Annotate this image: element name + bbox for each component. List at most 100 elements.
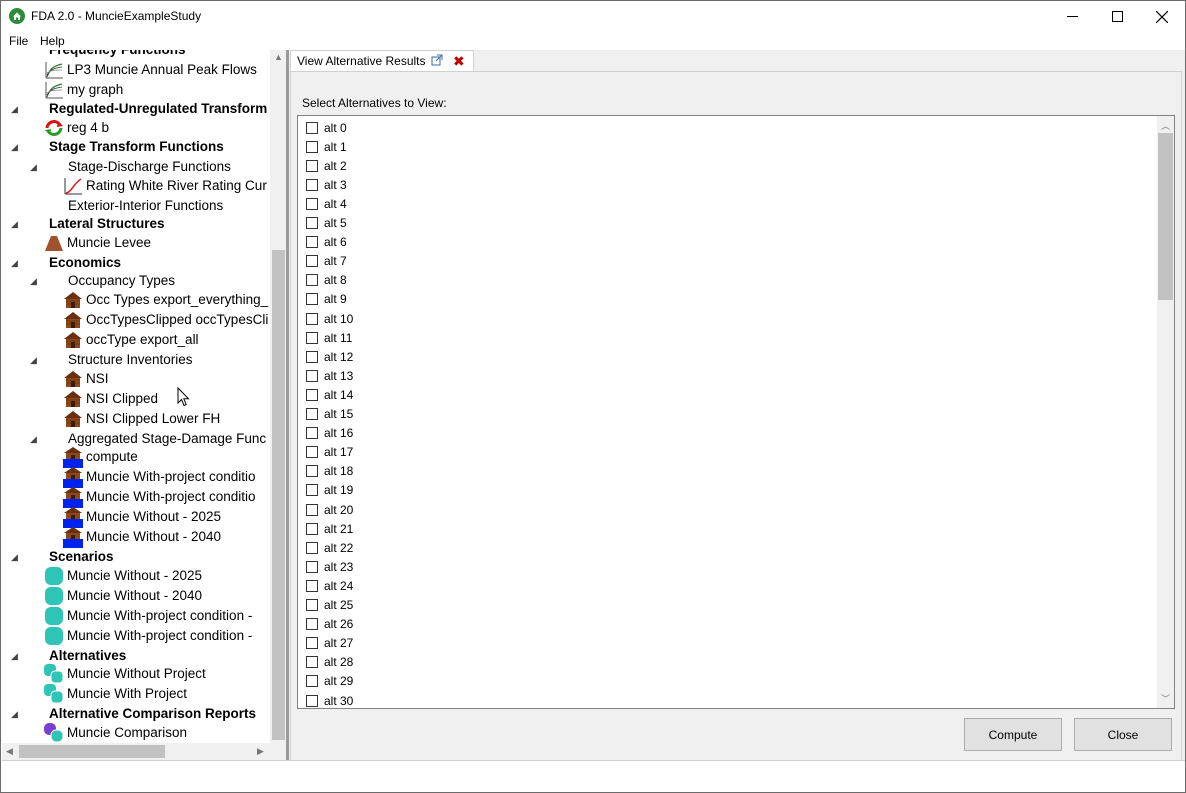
tree-vertical-scroll-thumb[interactable] [272,250,285,740]
alternative-checkbox[interactable] [306,293,318,306]
alternative-checkbox[interactable] [306,159,318,172]
menu-help[interactable]: Help [40,34,65,48]
alternatives-scroll-thumb[interactable] [1158,133,1173,300]
maximize-button[interactable] [1094,1,1140,32]
alternative-checkbox[interactable] [306,446,318,459]
alternative-checkbox[interactable] [306,599,318,611]
tree-item[interactable]: Muncie With-project condition - [44,606,252,626]
alternative-list-item[interactable]: alt 15 [306,405,353,424]
alternative-checkbox[interactable] [306,388,318,401]
alternative-list-item[interactable]: alt 30 [306,691,353,708]
tree-item[interactable]: OccTypesClipped occTypesCli [63,310,268,330]
alternative-list-item[interactable]: alt 22 [306,538,353,557]
tree-item[interactable]: Muncie Without Project [44,664,206,684]
tree-item[interactable]: my graph [44,80,123,100]
alternative-list-item[interactable]: alt 11 [306,328,352,347]
alternative-checkbox[interactable] [306,694,318,707]
tree-item[interactable]: Stage Transform Functions [49,137,224,157]
alternative-list-item[interactable]: alt 12 [306,347,353,366]
tree-item[interactable]: LP3 Muncie Annual Peak Flows [44,60,257,80]
alternative-list-item[interactable]: alt 4 [306,194,347,213]
study-tree[interactable]: Frequency Functions LP3 Muncie Annual Pea… [2,50,270,743]
expand-arrow-icon[interactable]: ◢ [11,105,19,114]
expand-arrow-icon[interactable]: ◢ [11,143,19,152]
alternatives-vertical-scrollbar[interactable]: ︿ ﹀ [1157,116,1174,708]
tree-item[interactable]: occType export_all [63,330,199,350]
tree-item[interactable]: Muncie Without - 2025 [63,507,221,528]
alternative-list-item[interactable]: alt 19 [306,481,353,500]
tree-item[interactable]: NSI Clipped Lower FH [63,409,220,429]
alternative-list-item[interactable]: alt 18 [306,462,353,481]
close-button[interactable]: Close [1074,718,1172,751]
tree-item[interactable]: Exterior-Interior Functions [68,196,223,216]
scroll-up-arrow-icon[interactable]: ︿ [1161,119,1170,132]
alternative-checkbox[interactable] [306,255,318,268]
tab-view-alternative-results[interactable]: View Alternative Results ✖ [290,50,474,72]
alternative-list-item[interactable]: alt 29 [306,672,353,691]
tree-item[interactable]: Economics [49,253,121,273]
tree-item[interactable]: compute [63,447,138,468]
alternative-checkbox[interactable] [306,522,318,535]
alternative-checkbox[interactable] [306,503,318,516]
alternative-list-item[interactable]: alt 24 [306,576,353,595]
alternative-list-item[interactable]: alt 27 [306,634,353,653]
tree-item[interactable]: Muncie Comparison [44,723,187,743]
tree-item[interactable]: Structure Inventories [68,350,193,370]
expand-arrow-icon[interactable]: ◢ [30,435,38,444]
minimize-button[interactable] [1049,1,1095,32]
expand-arrow-icon[interactable]: ◢ [11,553,19,562]
alternative-checkbox[interactable] [306,121,318,134]
alternative-checkbox[interactable] [306,560,318,573]
alternative-checkbox[interactable] [306,312,318,325]
tree-item[interactable]: Muncie Levee [44,233,151,253]
alternative-checkbox[interactable] [306,675,318,688]
alternative-checkbox[interactable] [306,331,318,344]
alternative-checkbox[interactable] [306,484,318,497]
alternatives-listbox[interactable]: alt 0 alt 1 alt 2 alt 3 alt 4 alt 5 alt 6 alt 7… [297,115,1175,709]
alternative-list-item[interactable]: alt 17 [306,443,353,462]
tree-horizontal-scroll-thumb[interactable] [19,745,165,758]
tree-vertical-scrollbar[interactable]: ▲ [270,50,287,743]
tree-item[interactable]: Muncie With-project conditio [63,467,256,488]
alternative-list-item[interactable]: alt 23 [306,557,353,576]
alternative-list-item[interactable]: alt 10 [306,309,353,328]
tree-item[interactable]: Muncie With-project condition - [44,626,252,646]
alternative-checkbox[interactable] [306,637,318,650]
expand-arrow-icon[interactable]: ◢ [11,710,19,719]
title-bar[interactable]: FDA 2.0 - MuncieExampleStudy [1,1,1185,32]
alternative-checkbox[interactable] [306,140,318,153]
alternative-list-item[interactable]: alt 0 [306,118,347,137]
alternative-checkbox[interactable] [306,408,318,420]
tree-item[interactable]: Scenarios [49,547,114,567]
alternative-list-item[interactable]: alt 13 [306,366,353,385]
alternative-checkbox[interactable] [306,656,318,669]
alternative-checkbox[interactable] [306,274,318,287]
alternative-checkbox[interactable] [306,369,318,382]
alternative-list-item[interactable]: alt 2 [306,156,347,175]
tree-item[interactable]: NSI [63,369,109,389]
popout-icon[interactable] [431,54,443,66]
scroll-down-arrow-icon[interactable]: ﹀ [1161,692,1170,705]
alternative-checkbox[interactable] [306,579,318,592]
alternative-checkbox[interactable] [306,236,318,249]
tree-item[interactable]: Regulated-Unregulated Transform [49,99,267,119]
tree-item[interactable]: Frequency Functions [49,50,186,60]
tree-item[interactable]: Lateral Structures [49,214,165,234]
expand-arrow-icon[interactable]: ◢ [11,652,19,661]
expand-arrow-icon[interactable]: ◢ [30,163,38,172]
tree-horizontal-scrollbar[interactable]: ◀ ▶ [2,743,270,760]
alternative-list-item[interactable]: alt 14 [306,385,353,404]
menu-file[interactable]: File [9,34,28,48]
alternative-checkbox[interactable] [306,178,318,191]
scroll-left-arrow-icon[interactable]: ◀ [6,746,13,757]
tree-item[interactable]: Muncie With-project conditio [63,487,256,508]
alternative-list-item[interactable]: alt 5 [306,214,347,233]
tree-item[interactable]: Rating White River Rating Cur [63,176,267,196]
alternative-list-item[interactable]: alt 21 [306,519,353,538]
alternative-checkbox[interactable] [306,197,318,210]
alternative-checkbox[interactable] [306,618,318,631]
tree-item[interactable]: Muncie With Project [44,684,187,704]
alternative-list-item[interactable]: alt 28 [306,653,353,672]
alternative-list-item[interactable]: alt 6 [306,233,347,252]
alternative-list-item[interactable]: alt 9 [306,290,347,309]
